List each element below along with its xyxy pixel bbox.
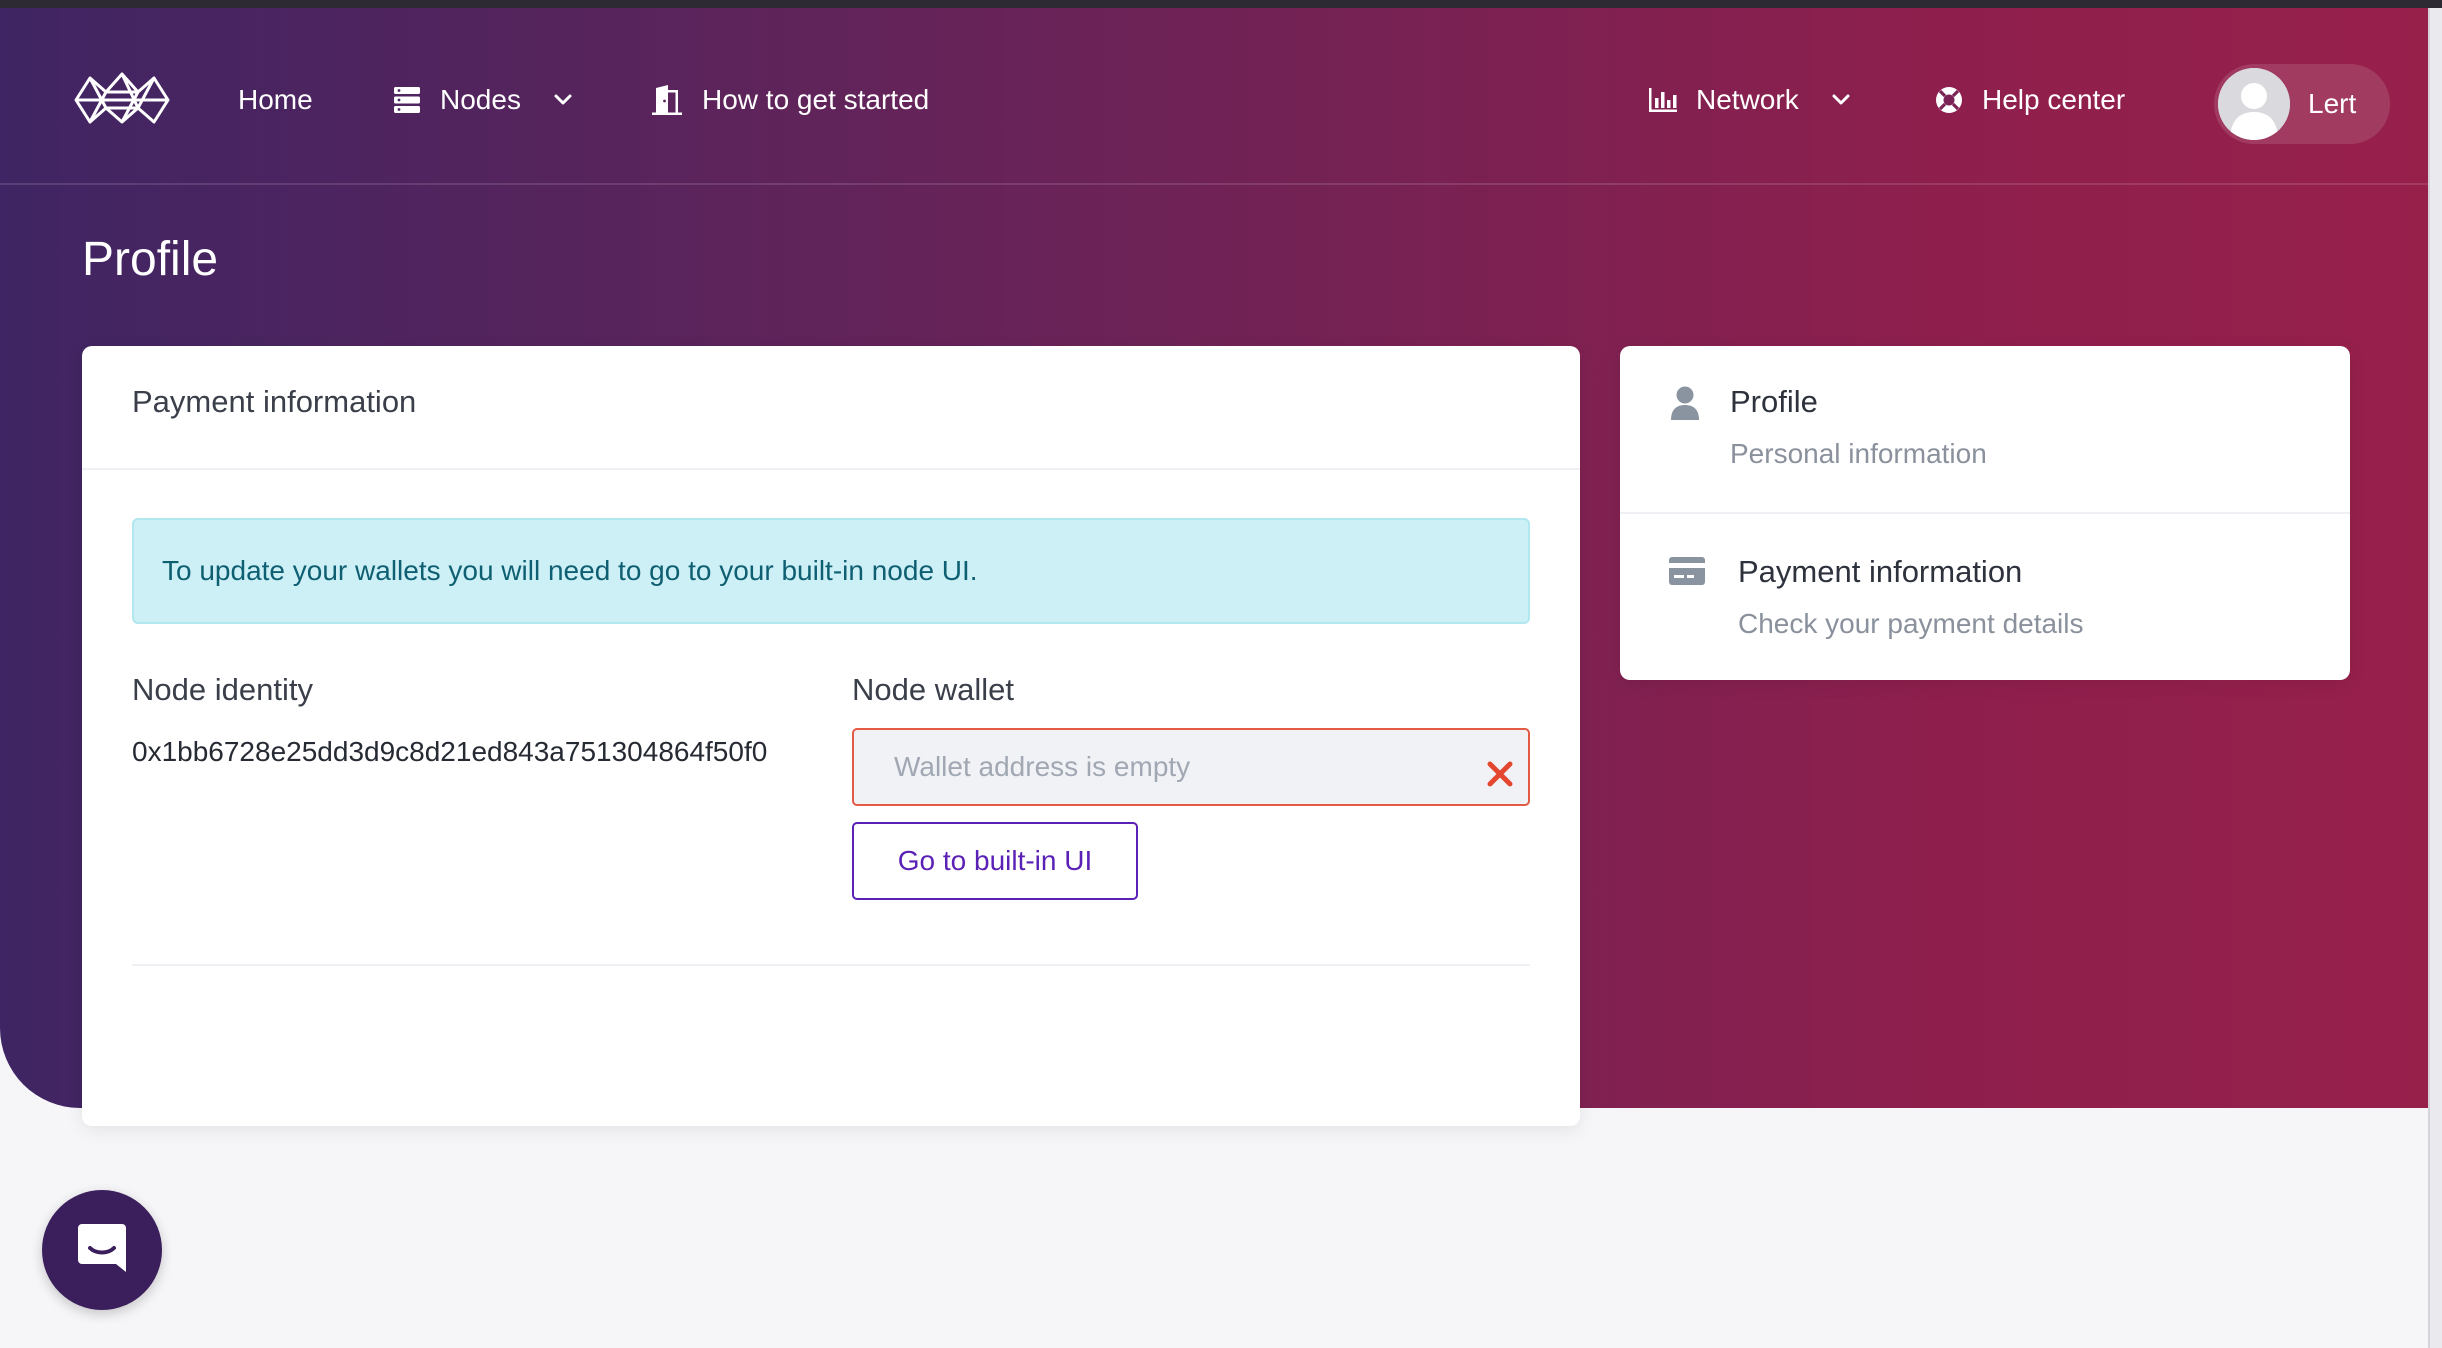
card-header: Payment information: [82, 346, 1580, 470]
user-name: Lert: [2308, 88, 2357, 119]
nav-nodes-dropdown[interactable]: Nodes: [392, 60, 573, 140]
nav-help-center[interactable]: Help center: [1934, 60, 2125, 140]
chevron-down-icon: [553, 93, 573, 107]
user-menu[interactable]: Lert: [2214, 64, 2390, 144]
info-alert: To update your wallets you will need to …: [132, 518, 1530, 624]
side-menu-subtitle: Check your payment details: [1738, 608, 2084, 639]
chevron-down-icon: [1831, 93, 1851, 107]
credit-card-icon: [1668, 556, 1706, 591]
node-wallet-label: Node wallet: [852, 672, 1014, 707]
side-menu-item-profile[interactable]: Profile Personal information: [1620, 346, 2350, 512]
nav-help-label: Help center: [1982, 84, 2126, 115]
side-menu-title: Profile: [1730, 384, 1818, 419]
top-navbar: Home Nodes How to get started Network He…: [0, 8, 2428, 185]
side-menu-title: Payment information: [1738, 554, 2023, 589]
nav-get-started[interactable]: How to get started: [650, 60, 929, 140]
avatar: [2218, 68, 2290, 140]
side-menu-subtitle: Personal information: [1730, 438, 1987, 469]
nav-home-label: Home: [238, 84, 313, 115]
server-icon: [392, 85, 422, 115]
page-title: Profile: [82, 233, 219, 286]
window-top-strip: [0, 0, 2442, 8]
nav-network-label: Network: [1696, 84, 1799, 115]
nav-home[interactable]: Home: [238, 60, 313, 140]
chat-icon: [72, 1218, 132, 1283]
error-x-icon: [1486, 760, 1514, 793]
logo-icon[interactable]: [72, 70, 172, 131]
divider: [132, 964, 1530, 966]
profile-side-menu: Profile Personal information Payment inf…: [1620, 346, 2350, 680]
payment-information-card: Payment information To update your walle…: [82, 346, 1580, 1126]
node-identity-label: Node identity: [132, 672, 313, 707]
chat-launcher-button[interactable]: [42, 1190, 162, 1310]
nav-nodes-label: Nodes: [440, 84, 521, 115]
node-identity-value: 0x1bb6728e25dd3d9c8d21ed843a751304864f50…: [132, 736, 768, 767]
side-menu-item-payment[interactable]: Payment information Check your payment d…: [1620, 512, 2350, 678]
go-to-built-in-ui-button[interactable]: Go to built-in UI: [852, 822, 1138, 900]
node-wallet-input[interactable]: [852, 728, 1530, 806]
nav-get-started-label: How to get started: [702, 84, 930, 115]
building-door-icon: [650, 84, 684, 116]
bar-chart-icon: [1648, 86, 1678, 114]
scrollbar-track[interactable]: [2428, 8, 2442, 1348]
user-icon: [1670, 386, 1700, 425]
nav-network-dropdown[interactable]: Network: [1648, 60, 1851, 140]
life-ring-icon: [1934, 85, 1964, 115]
